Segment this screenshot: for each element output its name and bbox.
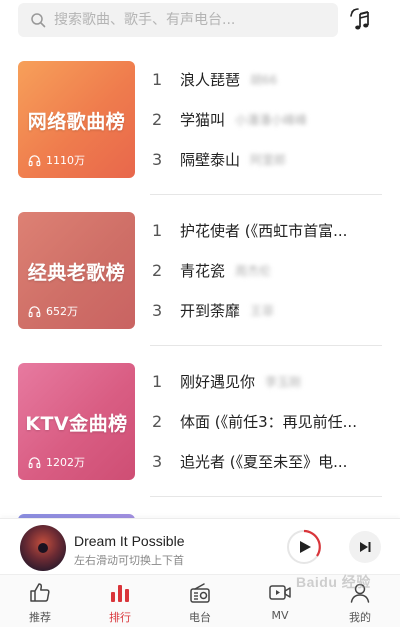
song-row[interactable]: 3 追光者 (《夏至未至》电... xyxy=(150,441,382,481)
play-button[interactable] xyxy=(286,529,322,565)
play-count: 652万 xyxy=(28,303,78,319)
tab-radio[interactable]: 电台 xyxy=(160,575,240,627)
song-name: 追光者 (《夏至未至》电... xyxy=(180,452,348,471)
song-row[interactable]: 1 浪人琵琶 胡66 xyxy=(150,59,382,99)
song-row[interactable]: 2 青花瓷 周杰伦 xyxy=(150,250,382,290)
music-recognition-icon[interactable] xyxy=(346,6,374,34)
song-rank: 1 xyxy=(152,371,163,391)
song-name: 学猫叫 xyxy=(180,110,226,129)
tab-label: MV xyxy=(271,609,289,622)
song-list: 1 刚好遇见你 李玉刚 2 体面 (《前任3：再见前任... 3 追光者 (《夏… xyxy=(150,363,382,481)
song-row[interactable]: 2 学猫叫 小潘潘小峰峰 xyxy=(150,99,382,139)
tab-label: 我的 xyxy=(349,611,371,624)
song-name: 护花使者 (《西虹市首富... xyxy=(180,221,348,240)
song-row[interactable]: 1 刚好遇见你 李玉刚 xyxy=(150,361,382,401)
radio-icon xyxy=(190,583,210,603)
mini-player[interactable]: Dream It Possible 左右滑动可切换上下首 xyxy=(0,518,400,574)
song-name: 浪人琵琶 xyxy=(180,70,241,89)
ranking-icon xyxy=(111,585,129,602)
song-name: 体面 (《前任3：再见前任... xyxy=(180,412,357,431)
song-row[interactable]: 1 护花使者 (《西虹市首富... xyxy=(150,210,382,250)
next-track-button[interactable] xyxy=(349,531,381,563)
baidu-watermark: Baidu 经验 xyxy=(296,574,371,590)
chart-network-songs[interactable]: 网络歌曲榜 1110万 1 浪人琵琶 胡66 2 学猫叫 小潘潘小峰峰 3 隔壁… xyxy=(0,61,400,191)
song-list: 1 浪人琵琶 胡66 2 学猫叫 小潘潘小峰峰 3 隔壁泰山 阿里郎 xyxy=(150,61,382,179)
song-rank: 2 xyxy=(152,411,163,431)
album-art[interactable] xyxy=(20,525,66,571)
tab-label: 排行 xyxy=(109,611,131,624)
search-icon xyxy=(31,13,46,28)
song-artist: 王菲 xyxy=(250,303,275,318)
divider xyxy=(150,496,382,497)
headphones-icon xyxy=(28,305,41,317)
song-rank: 1 xyxy=(152,220,163,240)
song-name: 隔壁泰山 xyxy=(180,150,241,169)
headphones-icon xyxy=(28,154,41,166)
song-rank: 2 xyxy=(152,109,163,129)
song-rank: 3 xyxy=(152,300,163,320)
play-count: 1202万 xyxy=(28,454,85,470)
thumbs-up-icon xyxy=(30,583,50,602)
divider xyxy=(150,345,382,346)
song-list: 1 护花使者 (《西虹市首富... 2 青花瓷 周杰伦 3 开到荼靡 王菲 xyxy=(150,212,382,330)
chart-cover[interactable]: 网络歌曲榜 1110万 xyxy=(18,61,135,178)
song-rank: 1 xyxy=(152,69,163,89)
player-hint: 左右滑动可切换上下首 xyxy=(74,554,184,567)
song-row[interactable]: 3 开到荼靡 王菲 xyxy=(150,290,382,330)
song-artist: 胡66 xyxy=(250,72,278,87)
song-name: 青花瓷 xyxy=(180,261,226,280)
skip-next-icon xyxy=(360,542,371,552)
chart-title: KTV金曲榜 xyxy=(25,413,128,435)
tab-label: 电台 xyxy=(189,611,211,624)
song-name: 开到荼靡 xyxy=(180,301,241,320)
tab-recommend[interactable]: 推荐 xyxy=(0,575,80,627)
song-artist: 小潘潘小峰峰 xyxy=(235,112,308,127)
headphones-icon xyxy=(28,456,41,468)
song-artist: 李玉刚 xyxy=(265,374,302,389)
song-rank: 3 xyxy=(152,149,163,169)
chart-title: 经典老歌榜 xyxy=(27,262,126,284)
mv-icon xyxy=(269,585,291,600)
chart-ktv-hits[interactable]: KTV金曲榜 1202万 1 刚好遇见你 李玉刚 2 体面 (《前任3：再见前任… xyxy=(0,363,400,493)
divider xyxy=(150,194,382,195)
player-song-title: Dream It Possible xyxy=(74,533,185,549)
search-input[interactable] xyxy=(54,12,314,28)
song-rank: 3 xyxy=(152,451,163,471)
play-count: 1110万 xyxy=(28,152,85,168)
song-row[interactable]: 2 体面 (《前任3：再见前任... xyxy=(150,401,382,441)
search-bar[interactable] xyxy=(18,3,338,37)
song-artist: 周杰伦 xyxy=(235,263,272,278)
song-name: 刚好遇见你 xyxy=(180,372,256,391)
song-rank: 2 xyxy=(152,260,163,280)
song-row[interactable]: 3 隔壁泰山 阿里郎 xyxy=(150,139,382,179)
chart-cover[interactable]: 经典老歌榜 652万 xyxy=(18,212,135,329)
tab-ranking[interactable]: 排行 xyxy=(80,575,160,627)
tab-label: 推荐 xyxy=(29,611,51,624)
song-artist: 阿里郎 xyxy=(250,152,287,167)
chart-title: 网络歌曲榜 xyxy=(27,111,126,133)
chart-classic-oldies[interactable]: 经典老歌榜 652万 1 护花使者 (《西虹市首富... 2 青花瓷 周杰伦 3… xyxy=(0,212,400,342)
chart-cover[interactable]: KTV金曲榜 1202万 xyxy=(18,363,135,480)
